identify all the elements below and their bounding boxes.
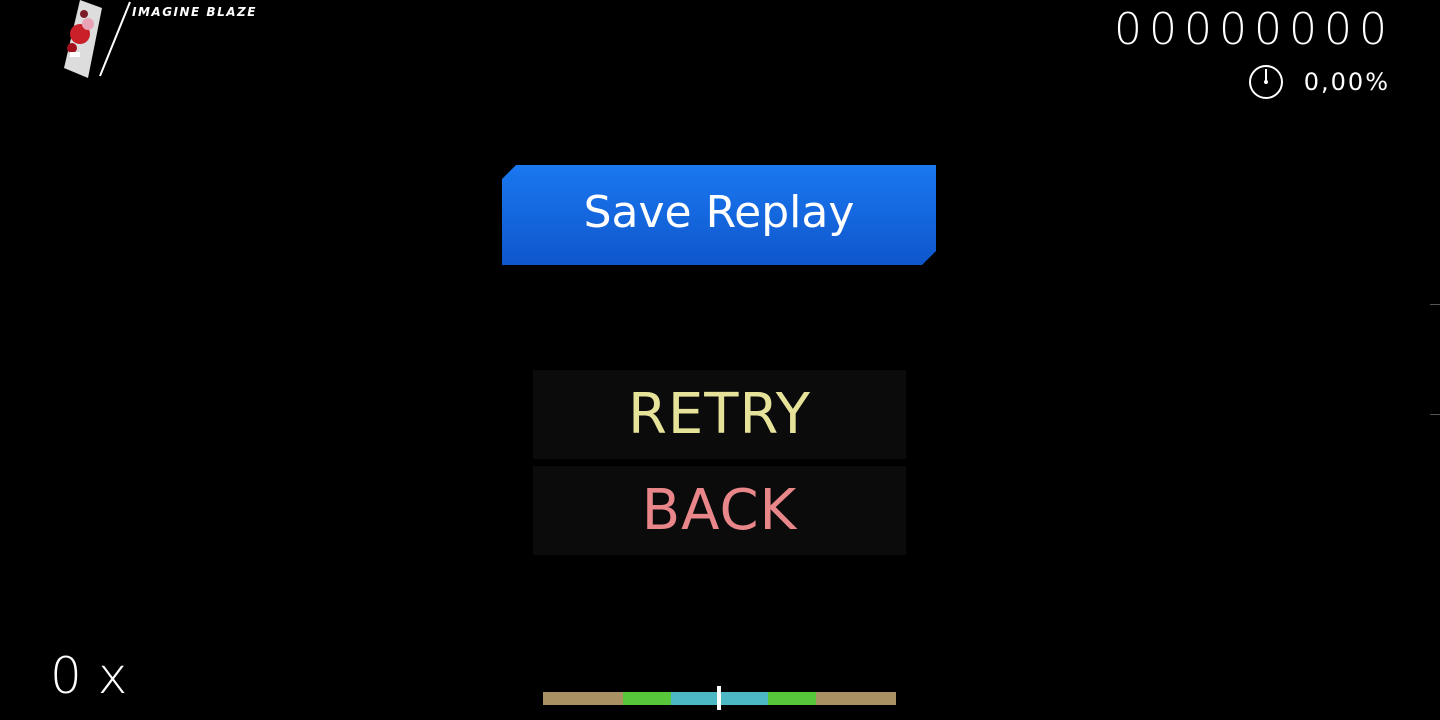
accuracy-row: 0,00% xyxy=(1248,62,1390,102)
hit-window-100-left xyxy=(623,692,671,705)
skin-name: IMAGINE BLAZE xyxy=(132,5,257,19)
edge-marker-top xyxy=(1430,304,1440,305)
hit-meter-center-tick xyxy=(717,686,721,710)
back-label: BACK xyxy=(641,478,798,543)
hit-window-100-right xyxy=(768,692,816,705)
accuracy-value: 0,00% xyxy=(1303,68,1390,96)
hit-error-meter xyxy=(543,686,896,710)
hit-window-50-right xyxy=(816,692,896,705)
save-replay-button[interactable]: Save Replay xyxy=(502,165,936,265)
skin-logo: IMAGINE BLAZE xyxy=(58,0,258,80)
combo-counter: 0 x xyxy=(50,647,128,705)
back-button[interactable]: BACK xyxy=(533,466,906,555)
edge-marker-bottom xyxy=(1430,414,1440,415)
hit-window-50-left xyxy=(543,692,623,705)
retry-button[interactable]: RETRY xyxy=(533,370,906,459)
score-counter: 00000000 xyxy=(1114,4,1394,55)
save-replay-label: Save Replay xyxy=(583,186,855,238)
skin-logo-art-icon xyxy=(64,0,131,78)
retry-label: RETRY xyxy=(627,382,812,447)
clock-icon xyxy=(1248,65,1283,99)
